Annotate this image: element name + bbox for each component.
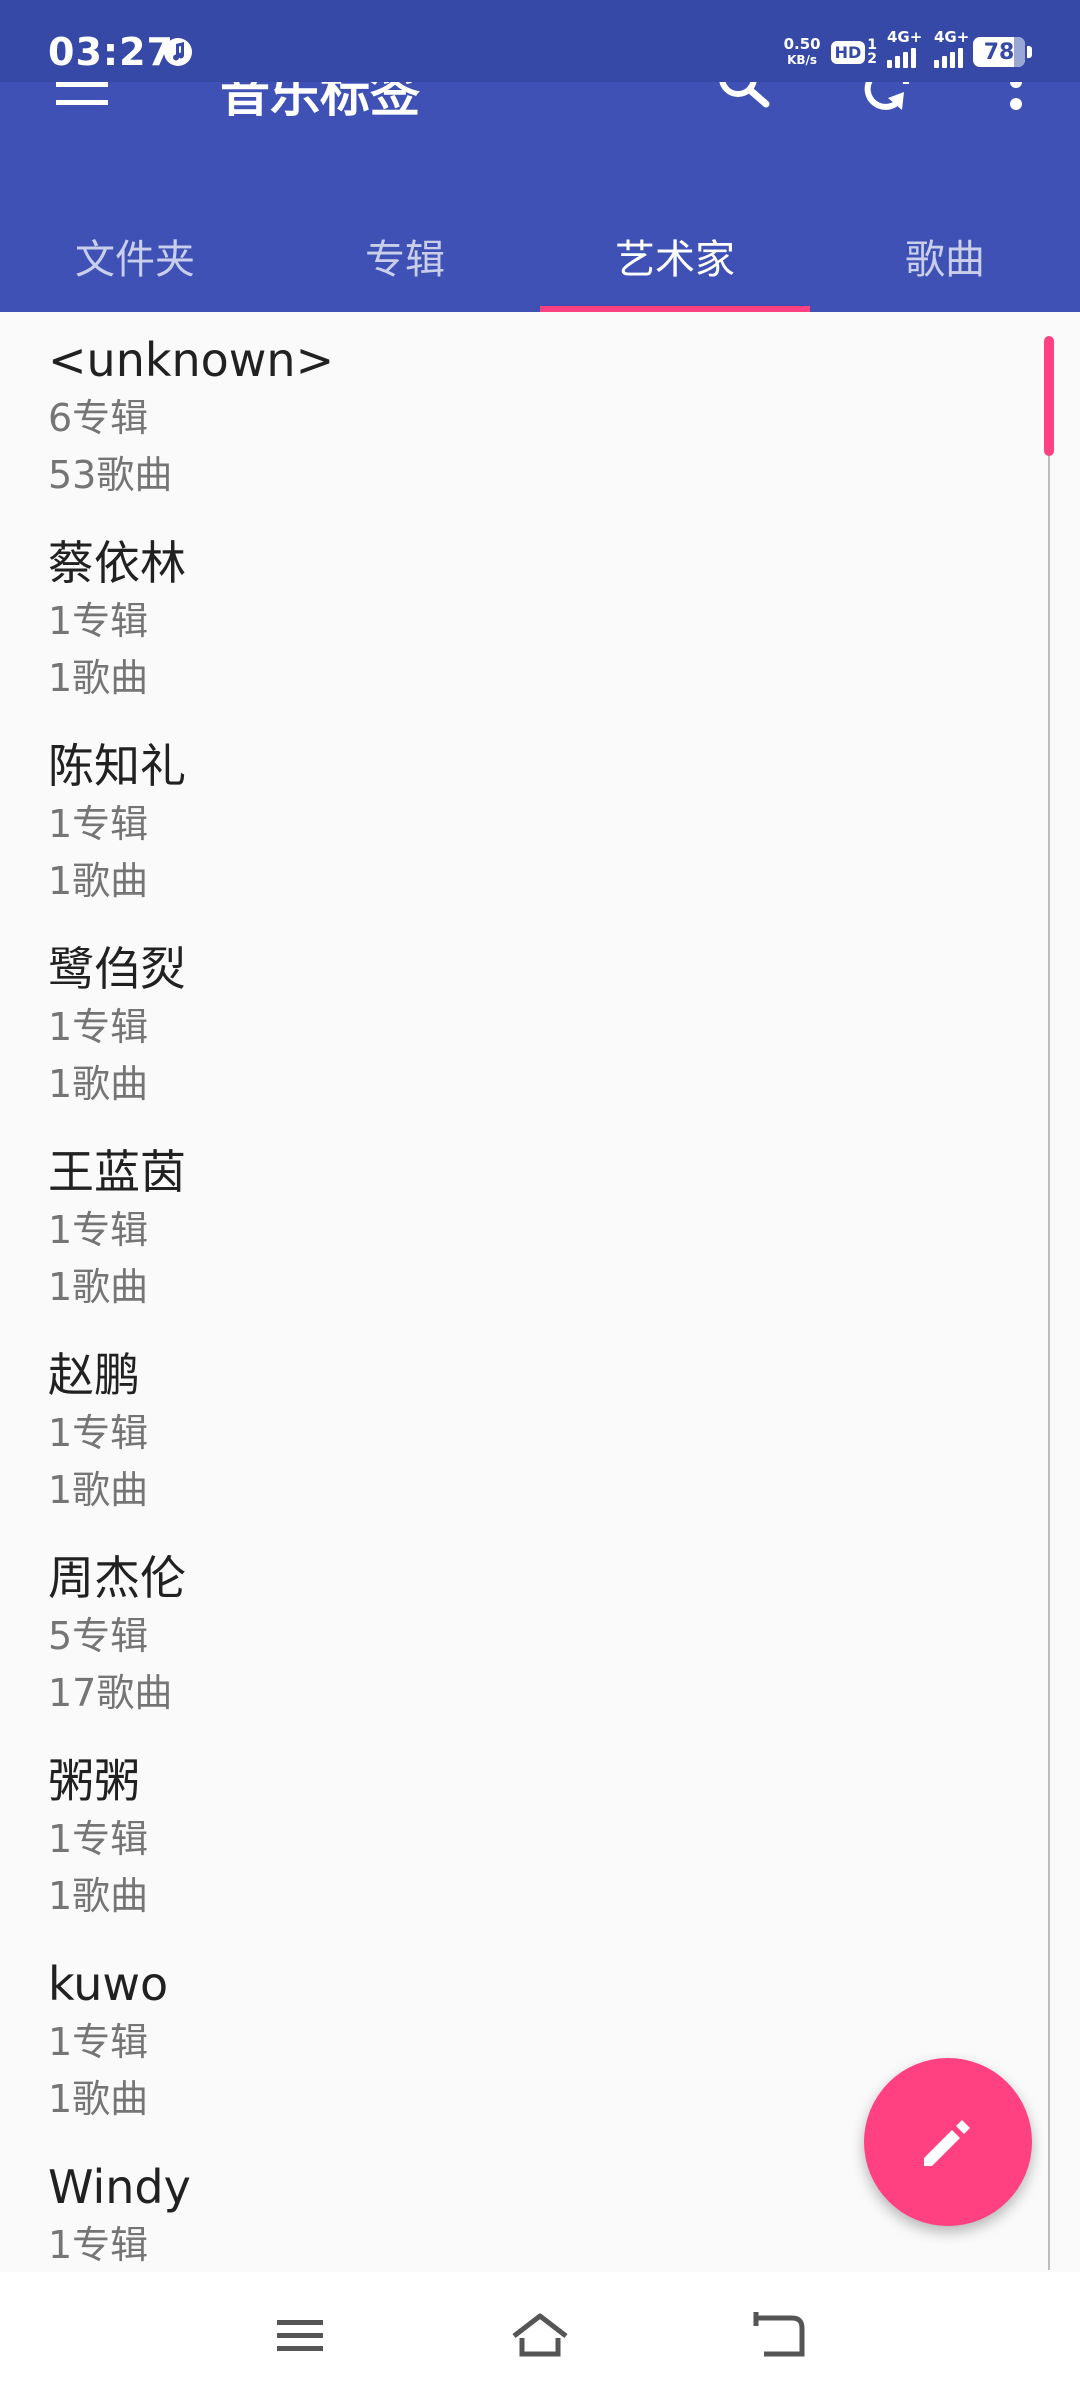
list-item[interactable]: 蔡依林 1专辑 1歌曲: [0, 515, 1050, 718]
nav-home-icon: [512, 2313, 568, 2357]
battery-level: 78: [983, 39, 1015, 65]
signal-1-label: 4G+: [887, 28, 923, 46]
artist-album-count: 1专辑: [48, 1411, 149, 1455]
artist-name: 粥粥: [48, 1754, 140, 1808]
list-item[interactable]: 周杰伦 5专辑 17歌曲: [0, 1530, 1050, 1733]
artist-album-count: 5专辑: [48, 1614, 149, 1658]
artist-list[interactable]: <unknown> 6专辑 53歌曲 蔡依林 1专辑 1歌曲 陈知礼 1专辑 1…: [0, 312, 1050, 2272]
signal-icon: 4G+: [887, 28, 922, 68]
system-nav-bar: [0, 2272, 1080, 2400]
tab-songs[interactable]: 歌曲: [810, 200, 1080, 312]
list-item[interactable]: 粥粥 1专辑 1歌曲: [0, 1733, 1050, 1936]
nav-menu-button[interactable]: [270, 2310, 330, 2362]
tab-folders[interactable]: 文件夹: [0, 200, 270, 312]
list-item[interactable]: <unknown> 6专辑 53歌曲: [0, 312, 1050, 515]
edit-pencil-icon: [924, 2120, 970, 2166]
artist-album-count: 6专辑: [48, 396, 149, 440]
list-item[interactable]: 鹭㑇烮 1专辑 1歌曲: [0, 921, 1050, 1124]
tab-artists[interactable]: 艺术家: [540, 200, 810, 312]
app-bar: 音乐标签 文件夹 专辑 艺术家 歌曲: [0, 82, 1080, 312]
artist-album-count: 1专辑: [48, 1005, 149, 1049]
artist-song-count: 1歌曲: [48, 1265, 149, 1309]
list-item[interactable]: 王蓝茵 1专辑 1歌曲: [0, 1124, 1050, 1327]
artist-album-count: 1专辑: [48, 1817, 149, 1861]
hd-sim-number: 1: [867, 37, 877, 53]
battery-icon: 78: [973, 37, 1032, 67]
refresh-icon[interactable]: [858, 82, 918, 116]
artist-album-count: 1专辑: [48, 2223, 149, 2267]
menu-icon[interactable]: [52, 82, 112, 112]
nav-back-button[interactable]: [750, 2310, 810, 2362]
tab-albums[interactable]: 专辑: [270, 200, 540, 312]
app-title: 音乐标签: [220, 82, 420, 123]
artist-song-count: 53歌曲: [48, 453, 173, 497]
artist-name: 鹭㑇烮: [48, 942, 186, 996]
artist-name: 赵鹏: [48, 1348, 140, 1402]
list-item[interactable]: 陈知礼 1专辑 1歌曲: [0, 718, 1050, 921]
artist-name: 陈知礼: [48, 739, 186, 793]
artist-album-count: 1专辑: [48, 2020, 149, 2064]
artist-song-count: 1歌曲: [48, 859, 149, 903]
more-vert-icon[interactable]: [986, 82, 1046, 116]
list-item[interactable]: 赵鹏 1专辑 1歌曲: [0, 1327, 1050, 1530]
edit-fab-button[interactable]: [864, 2058, 1032, 2226]
nav-menu-icon: [277, 2320, 323, 2351]
scrollbar-track[interactable]: [1048, 340, 1050, 2270]
music-note-icon: [164, 38, 192, 66]
artist-song-count: 1歌曲: [48, 1062, 149, 1106]
network-speed: 0.50 KB/s: [784, 36, 821, 68]
nav-home-button[interactable]: [510, 2310, 570, 2362]
artist-name: 周杰伦: [48, 1551, 186, 1605]
network-speed-unit: KB/s: [787, 53, 818, 67]
app-screen: 03:27 0.50 KB/s HD 1 2 4G+ 4G+ 78 音乐标签 文…: [0, 0, 1080, 2400]
signal-2-label: 4G+: [934, 28, 970, 46]
artist-album-count: 1专辑: [48, 599, 149, 643]
artist-name: <unknown>: [48, 333, 335, 387]
nav-back-icon: [753, 2312, 805, 2357]
artist-album-count: 1专辑: [48, 802, 149, 846]
status-time: 03:27: [48, 30, 174, 74]
network-speed-value: 0.50: [783, 35, 821, 53]
status-bar: 03:27 0.50 KB/s HD 1 2 4G+ 4G+ 78: [0, 0, 1080, 82]
artist-name: 蔡依林: [48, 536, 186, 590]
hd-icon: HD 1 2: [830, 37, 877, 67]
artist-song-count: 1歌曲: [48, 1468, 149, 1512]
artist-song-count: 1歌曲: [48, 1874, 149, 1918]
scrollbar-thumb[interactable]: [1044, 336, 1054, 456]
tab-bar: 文件夹 专辑 艺术家 歌曲: [0, 200, 1080, 312]
artist-album-count: 1专辑: [48, 1208, 149, 1252]
artist-song-count: 1歌曲: [48, 656, 149, 700]
artist-name: 王蓝茵: [48, 1145, 186, 1199]
search-icon[interactable]: [712, 82, 772, 116]
hd-sub-number: 2: [867, 51, 877, 67]
status-icons: 0.50 KB/s HD 1 2 4G+ 4G+ 78: [784, 28, 1032, 72]
hd-label: HD: [830, 40, 866, 64]
artist-name: kuwo: [48, 1957, 169, 2011]
artist-song-count: 17歌曲: [48, 1671, 173, 1715]
signal-icon-2: 4G+: [934, 28, 969, 68]
